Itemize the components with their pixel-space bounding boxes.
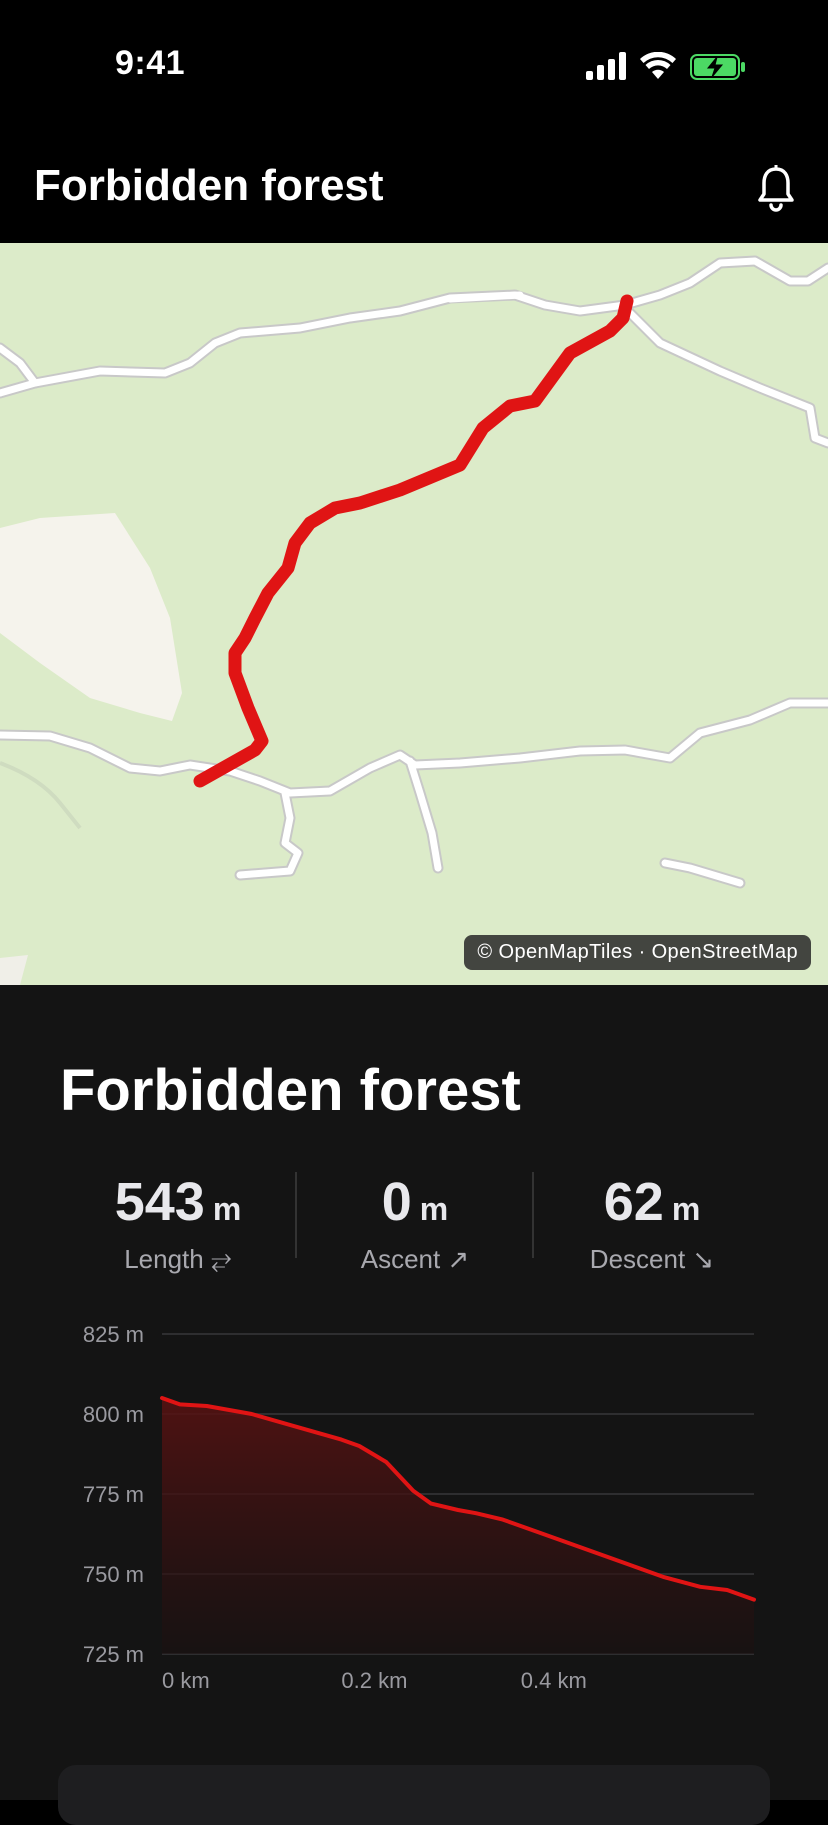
- stat-ascent-value: 0: [381, 1172, 412, 1232]
- map-clearing: [0, 955, 28, 985]
- stat-length-value: 543: [114, 1172, 205, 1232]
- status-icons: [586, 52, 756, 82]
- route-map[interactable]: © OpenMapTiles · OpenStreetMap: [0, 243, 828, 985]
- elevation-area: [162, 1398, 754, 1654]
- map-faint-path: [0, 761, 82, 830]
- stat-ascent: 0m Ascent ↗: [297, 1170, 533, 1275]
- chart-y-tick-label: 825 m: [83, 1322, 144, 1347]
- chart-y-tick-label: 725 m: [83, 1642, 144, 1667]
- chart-y-tick-label: 750 m: [83, 1562, 144, 1587]
- stat-descent-label: Descent ↘: [589, 1244, 715, 1274]
- stat-ascent-unit: m: [419, 1191, 449, 1227]
- chart-y-tick-label: 775 m: [83, 1482, 144, 1507]
- status-bar: 9:41: [0, 0, 828, 135]
- chart-x-tick-label: 0 km: [162, 1668, 210, 1693]
- header-title: Forbidden forest: [34, 161, 384, 210]
- cellular-signal-icon: [586, 52, 626, 80]
- stat-descent-unit: m: [671, 1191, 701, 1227]
- stat-descent-value: 62: [603, 1172, 664, 1232]
- route-info-card[interactable]: [58, 1765, 770, 1825]
- wifi-icon: [640, 52, 676, 79]
- map-attribution[interactable]: © OpenMapTiles · OpenStreetMap: [464, 935, 811, 970]
- battery-charging-icon: [690, 54, 745, 80]
- elevation-chart[interactable]: 825 m 800 m 775 m 750 m 725 m 0 km 0.2 km 0.4 …: [0, 1320, 828, 1710]
- map-canvas: [0, 255, 828, 985]
- chart-x-tick-label: 0.2 km: [341, 1668, 407, 1693]
- stat-descent: 62 m Descent ↘: [534, 1170, 770, 1275]
- chart-y-tick-label: 800 m: [83, 1402, 144, 1427]
- app-header: Forbidden forest: [0, 135, 828, 243]
- stat-ascent-label: Ascent ↗: [360, 1244, 470, 1274]
- chart-x-tick-label: 0.4 km: [521, 1668, 587, 1693]
- route-details-panel: Forbidden forest 543 m Length ⥂ 0m Ascent…: [0, 985, 828, 1825]
- route-stats: 543 m Length ⥂ 0m Ascent ↗ 62 m Descent ↘: [60, 1170, 770, 1280]
- map-clearing: [0, 513, 182, 721]
- stat-length-label: Length ⥂: [124, 1244, 232, 1274]
- stat-length: 543 m Length ⥂: [60, 1170, 296, 1276]
- notification-bell-icon[interactable]: [756, 165, 796, 213]
- stat-length-unit: m: [212, 1191, 242, 1227]
- status-time: 9:41: [115, 44, 186, 82]
- route-line: [193, 294, 634, 788]
- route-title: Forbidden forest: [60, 1058, 521, 1123]
